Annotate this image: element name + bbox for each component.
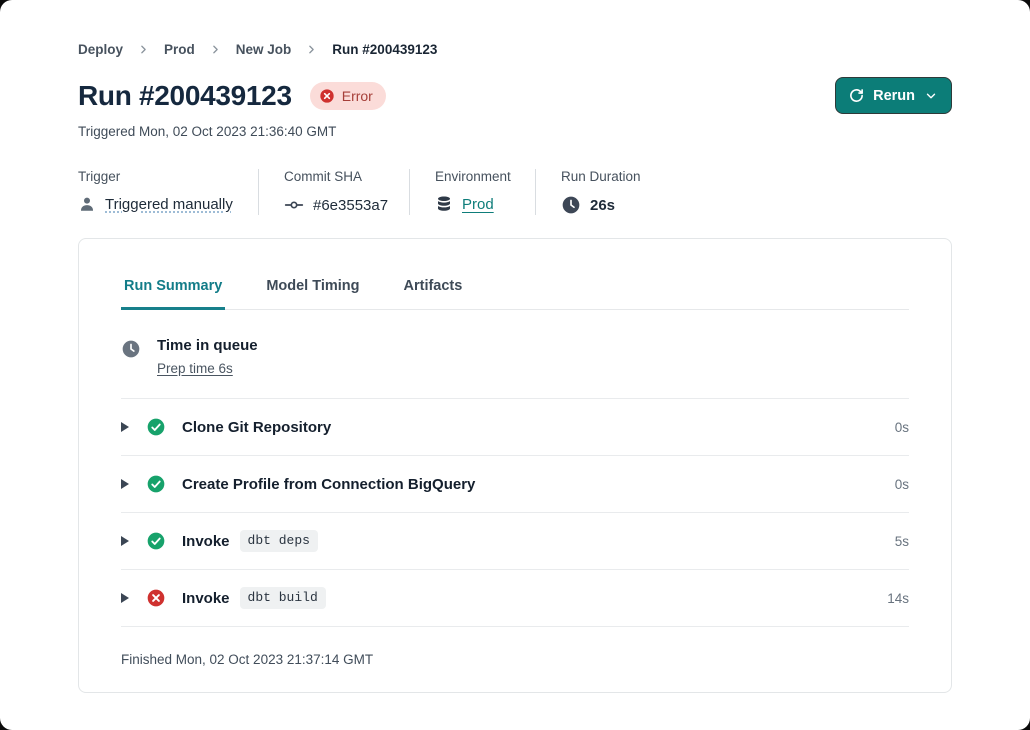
finished-timestamp: Finished Mon, 02 Oct 2023 21:37:14 GMT [121, 627, 909, 692]
meta-trigger: Trigger Triggered manually [78, 169, 258, 215]
step-title: Invoke [182, 590, 230, 607]
command-chip: dbt deps [240, 530, 318, 552]
chevron-right-icon [305, 43, 318, 56]
rerun-button-label: Rerun [873, 88, 915, 104]
run-meta-row: Trigger Triggered manually Commit SHA #6… [78, 169, 952, 215]
step-row-create-profile: Create Profile from Connection BigQuery … [121, 456, 909, 513]
rerun-button[interactable]: Rerun [835, 77, 952, 114]
clock-icon [561, 195, 581, 215]
meta-commit-label: Commit SHA [284, 169, 409, 184]
success-check-icon [146, 474, 166, 494]
expand-caret-icon[interactable] [121, 479, 129, 489]
step-duration: 5s [895, 534, 909, 549]
breadcrumb-new-job[interactable]: New Job [236, 42, 292, 57]
time-in-queue-content: Time in queue Prep time 6s [157, 337, 258, 378]
person-icon [78, 195, 96, 213]
run-detail-page: Deploy Prod New Job Run #200439123 Run #… [0, 0, 1030, 730]
command-chip: dbt build [240, 587, 326, 609]
meta-trigger-value[interactable]: Triggered manually [105, 196, 233, 213]
meta-trigger-label: Trigger [78, 169, 258, 184]
meta-environment: Environment Prod [435, 169, 535, 215]
step-title: Clone Git Repository [182, 419, 331, 436]
step-row-dbt-deps: Invoke dbt deps 5s [121, 513, 909, 570]
divider [409, 169, 410, 215]
success-check-icon [146, 531, 166, 551]
run-summary-card: Run Summary Model Timing Artifacts Time … [78, 238, 952, 693]
breadcrumb: Deploy Prod New Job Run #200439123 [78, 42, 952, 57]
status-badge: Error [310, 82, 386, 110]
title-group: Run #200439123 Error [78, 80, 386, 112]
time-in-queue-row: Time in queue Prep time 6s [121, 310, 909, 399]
meta-duration-label: Run Duration [561, 169, 641, 184]
meta-environment-value[interactable]: Prod [462, 196, 494, 213]
time-in-queue-title: Time in queue [157, 337, 258, 354]
step-duration: 0s [895, 420, 909, 435]
step-row-clone-git: Clone Git Repository 0s [121, 399, 909, 456]
expand-caret-icon[interactable] [121, 593, 129, 603]
meta-commit-value: #6e3553a7 [313, 197, 388, 214]
status-badge-label: Error [342, 88, 373, 104]
meta-duration-value: 26s [590, 197, 615, 214]
page-header: Deploy Prod New Job Run #200439123 Run #… [0, 0, 1030, 215]
triggered-timestamp: Triggered Mon, 02 Oct 2023 21:36:40 GMT [78, 124, 952, 139]
success-check-icon [146, 417, 166, 437]
divider [258, 169, 259, 215]
meta-environment-label: Environment [435, 169, 535, 184]
chevron-right-icon [209, 43, 222, 56]
step-title: Create Profile from Connection BigQuery [182, 476, 475, 493]
meta-commit-sha: Commit SHA #6e3553a7 [284, 169, 409, 215]
page-title: Run #200439123 [78, 80, 292, 112]
error-circle-icon [319, 88, 335, 104]
chevron-down-icon[interactable] [924, 89, 938, 103]
breadcrumb-deploy[interactable]: Deploy [78, 42, 123, 57]
breadcrumb-prod[interactable]: Prod [164, 42, 195, 57]
divider [535, 169, 536, 215]
meta-run-duration: Run Duration 26s [561, 169, 641, 215]
git-commit-icon [284, 195, 304, 215]
refresh-icon [849, 88, 864, 103]
tab-artifacts[interactable]: Artifacts [401, 269, 466, 310]
prep-time-link[interactable]: Prep time 6s [157, 361, 233, 376]
clock-icon [121, 339, 141, 359]
database-icon [435, 195, 453, 213]
expand-caret-icon[interactable] [121, 422, 129, 432]
title-row: Run #200439123 Error Rerun [78, 77, 952, 114]
step-row-dbt-build: Invoke dbt build 14s [121, 570, 909, 627]
tab-run-summary[interactable]: Run Summary [121, 269, 225, 310]
error-circle-icon [146, 588, 166, 608]
tab-bar: Run Summary Model Timing Artifacts [121, 269, 909, 310]
tab-model-timing[interactable]: Model Timing [263, 269, 362, 310]
chevron-right-icon [137, 43, 150, 56]
step-duration: 0s [895, 477, 909, 492]
step-duration: 14s [887, 591, 909, 606]
expand-caret-icon[interactable] [121, 536, 129, 546]
breadcrumb-current-run: Run #200439123 [332, 42, 437, 57]
step-title: Invoke [182, 533, 230, 550]
